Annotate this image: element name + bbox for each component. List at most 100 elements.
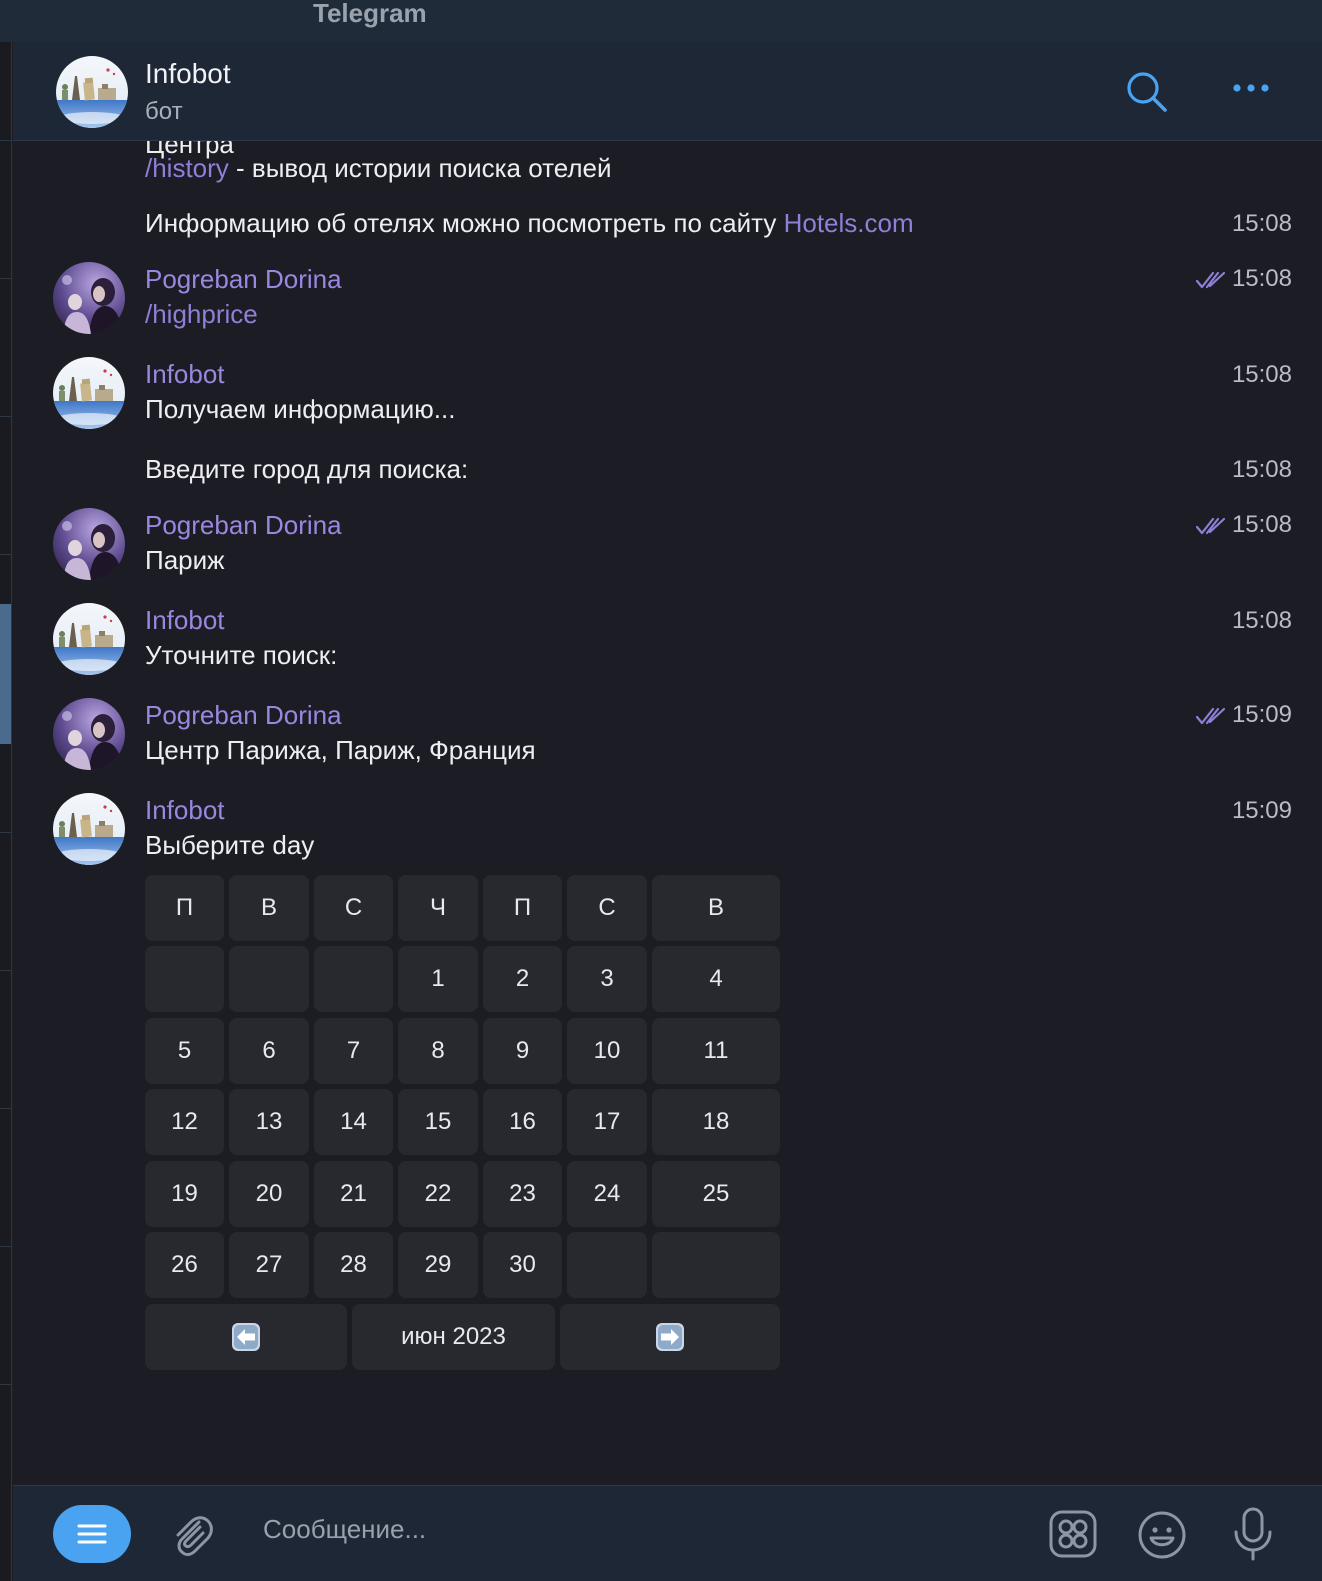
day-button[interactable]: 8 <box>398 1018 478 1084</box>
message-text: Париж <box>145 545 225 575</box>
chat-list-divider <box>0 140 11 141</box>
day-button[interactable]: 18 <box>652 1089 780 1155</box>
double-check-icon <box>1195 271 1226 288</box>
day-button[interactable]: 4 <box>652 946 780 1012</box>
next-month-button[interactable] <box>560 1304 780 1370</box>
weekday-button[interactable]: В <box>652 875 780 941</box>
day-button[interactable] <box>229 946 309 1012</box>
message-sender[interactable]: Pogreban Dorina <box>145 264 342 295</box>
day-button[interactable]: 21 <box>314 1161 393 1227</box>
weekday-button[interactable]: С <box>314 875 393 941</box>
chat-list-divider <box>0 278 11 279</box>
double-check-icon <box>1195 517 1226 534</box>
day-button[interactable]: 6 <box>229 1018 309 1084</box>
message-sender[interactable]: Pogreban Dorina <box>145 700 342 731</box>
hotels-link[interactable]: Hotels.com <box>784 208 914 238</box>
day-button[interactable]: 17 <box>567 1089 647 1155</box>
message-time: 15:08 <box>1231 210 1292 237</box>
chat-list-divider <box>0 1246 11 1247</box>
weekday-button[interactable]: В <box>229 875 309 941</box>
message-time: 15:08 <box>1231 456 1292 483</box>
month-label-button[interactable]: июн 2023 <box>352 1304 555 1370</box>
day-button[interactable]: 1 <box>398 946 478 1012</box>
day-button[interactable] <box>567 1232 647 1298</box>
day-button[interactable]: 28 <box>314 1232 393 1298</box>
message-text: Информацию об отелях можно посмотреть по… <box>145 208 784 238</box>
message-sender[interactable]: Infobot <box>145 795 225 826</box>
bot-avatar[interactable] <box>56 56 128 128</box>
window-titlebar: Telegram <box>0 0 1322 42</box>
chat-header: Infobot бот <box>13 42 1322 141</box>
bot-avatar[interactable] <box>53 793 125 865</box>
chat-list-divider <box>0 832 11 833</box>
day-button[interactable]: 29 <box>398 1232 478 1298</box>
day-button[interactable]: 2 <box>483 946 562 1012</box>
user-avatar[interactable] <box>53 698 125 770</box>
prev-month-button[interactable] <box>145 1304 347 1370</box>
day-button[interactable]: 7 <box>314 1018 393 1084</box>
message-sender[interactable]: Infobot <box>145 359 225 390</box>
paperclip-icon[interactable] <box>169 1510 215 1565</box>
day-button[interactable]: 15 <box>398 1089 478 1155</box>
day-button[interactable]: 27 <box>229 1232 309 1298</box>
day-button[interactable]: 30 <box>483 1232 562 1298</box>
day-button[interactable]: 11 <box>652 1018 780 1084</box>
day-button[interactable]: 19 <box>145 1161 224 1227</box>
chat-list-divider <box>0 554 11 555</box>
day-button[interactable]: 10 <box>567 1018 647 1084</box>
message-time: 15:08 <box>1231 607 1292 634</box>
right-arrow-icon <box>656 1323 684 1351</box>
weekday-button[interactable]: Ч <box>398 875 478 941</box>
day-button[interactable] <box>652 1232 780 1298</box>
day-button[interactable]: 3 <box>567 946 647 1012</box>
day-button[interactable] <box>314 946 393 1012</box>
command-link[interactable]: /history <box>145 153 229 183</box>
message-hotels-info: Информацию об отелях можно посмотреть по… <box>145 208 914 239</box>
bot-avatar[interactable] <box>53 357 125 429</box>
message-sender[interactable]: Pogreban Dorina <box>145 510 342 541</box>
day-button[interactable]: 23 <box>483 1161 562 1227</box>
weekday-button[interactable]: П <box>145 875 224 941</box>
day-button[interactable]: 9 <box>483 1018 562 1084</box>
message-sender[interactable]: Infobot <box>145 605 225 636</box>
weekday-button[interactable]: С <box>567 875 647 941</box>
time-text: 15:08 <box>1231 511 1292 538</box>
command-link[interactable]: /highprice <box>145 299 258 330</box>
more-dots-icon[interactable] <box>1231 80 1271 101</box>
chat-list-divider <box>0 1108 11 1109</box>
user-avatar[interactable] <box>53 262 125 334</box>
message-time-read: 15:08 <box>1195 511 1292 539</box>
message-list[interactable]: Центра /history - вывод истории поиска о… <box>13 141 1322 1485</box>
day-button[interactable]: 14 <box>314 1089 393 1155</box>
day-button[interactable]: 25 <box>652 1161 780 1227</box>
day-button[interactable]: 20 <box>229 1161 309 1227</box>
chat-status: бот <box>145 98 183 125</box>
microphone-icon[interactable] <box>1231 1506 1275 1567</box>
day-button[interactable]: 24 <box>567 1161 647 1227</box>
chat-title[interactable]: Infobot <box>145 58 231 90</box>
message-input[interactable] <box>263 1514 963 1545</box>
day-button[interactable] <box>145 946 224 1012</box>
day-button[interactable]: 12 <box>145 1089 224 1155</box>
day-button[interactable]: 22 <box>398 1161 478 1227</box>
bot-menu-button[interactable] <box>53 1505 131 1563</box>
user-avatar[interactable] <box>53 508 125 580</box>
bot-avatar[interactable] <box>53 603 125 675</box>
day-button[interactable]: 16 <box>483 1089 562 1155</box>
message-time: 15:08 <box>1231 361 1292 388</box>
chat-list-selected-indicator[interactable] <box>0 604 11 744</box>
day-button[interactable]: 26 <box>145 1232 224 1298</box>
chat-list-edge <box>0 42 12 1581</box>
weekday-button[interactable]: П <box>483 875 562 941</box>
search-icon[interactable] <box>1125 70 1169 119</box>
emoji-icon[interactable] <box>1137 1510 1187 1565</box>
chat-list-divider <box>0 1384 11 1385</box>
message-text: Получаем информацию... <box>145 394 456 424</box>
chat-list-divider <box>0 416 11 417</box>
day-button[interactable]: 13 <box>229 1089 309 1155</box>
message-time-read: 15:08 <box>1195 265 1292 293</box>
day-button[interactable]: 5 <box>145 1018 224 1084</box>
commands-icon[interactable] <box>1049 1510 1097 1563</box>
message-text: Уточните поиск: <box>145 640 338 670</box>
time-text: 15:09 <box>1231 701 1292 728</box>
